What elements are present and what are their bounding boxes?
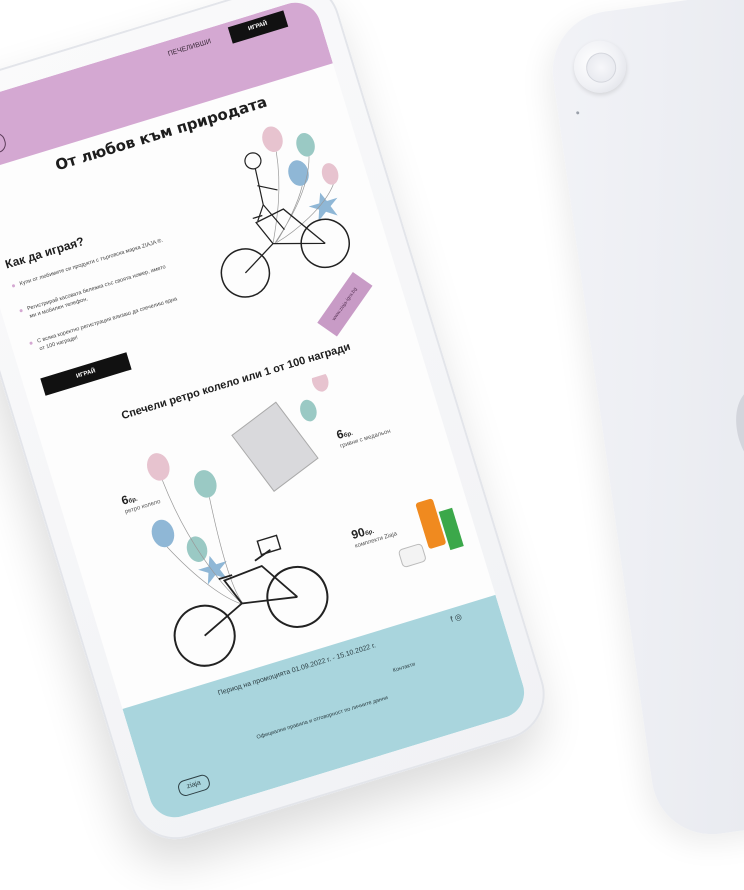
balloon-green-3 — [300, 399, 317, 422]
balloon-blue — [288, 160, 309, 186]
website-screen: ПЕЧЕЛИВШИ ИГРАЙ ziaja От любов към приро… — [0, 0, 531, 824]
microphone-dot — [576, 111, 580, 115]
ipad-front-device: ПЕЧЕЛИВШИ ИГРАЙ ziaja От любов към приро… — [0, 0, 557, 851]
star-icon — [308, 192, 338, 222]
balloon-pink — [147, 453, 170, 481]
product-mockup-scene: iPad ПЕЧЕЛИВШИ ИГРАЙ ziaja От любов към … — [0, 0, 744, 890]
balloon-green — [194, 470, 217, 498]
balloon-blue — [151, 519, 175, 548]
sunscreen-bottle — [415, 498, 446, 549]
gift-tag: www.ziaja-igra.bg — [317, 271, 373, 337]
apple-logo-icon — [736, 377, 744, 477]
cream-jar — [398, 543, 426, 568]
play-button[interactable]: ИГРАЙ — [40, 352, 132, 396]
balloon-pink — [262, 126, 283, 152]
camera-icon — [570, 37, 630, 97]
balloon-pink-2 — [321, 163, 339, 185]
ipad-back-device: iPad — [545, 0, 744, 842]
bike-basket — [256, 534, 282, 556]
balloon-pink-3 — [311, 370, 329, 392]
cyclist-head — [244, 152, 262, 170]
balloon-green — [296, 133, 315, 157]
